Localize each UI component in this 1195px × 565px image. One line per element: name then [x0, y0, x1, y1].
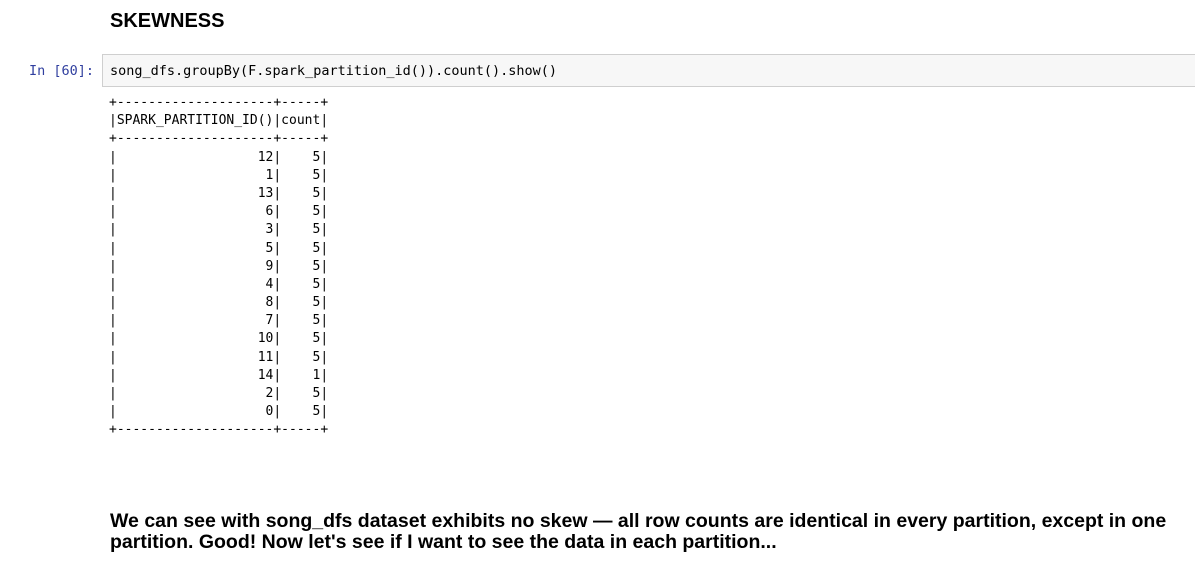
table-border-bottom: +--------------------+-----+ — [109, 422, 329, 438]
table-row: | 5| 5| — [109, 240, 329, 256]
table-border-mid: +--------------------+-----+ — [109, 131, 329, 147]
table-header: |SPARK_PARTITION_ID()|count| — [109, 113, 329, 129]
cell-prompt: In [60]: — [29, 63, 95, 79]
table-row: | 13| 5| — [109, 185, 329, 201]
table-row: | 10| 5| — [109, 331, 329, 347]
table-border-top: +--------------------+-----+ — [109, 95, 329, 110]
table-row: | 7| 5| — [109, 313, 329, 329]
table-row: | 12| 5| — [109, 149, 329, 165]
table-row: | 3| 5| — [109, 222, 329, 238]
table-row: | 11| 5| — [109, 349, 329, 365]
table-row: | 9| 5| — [109, 258, 329, 274]
cell-output: +--------------------+-----+ |SPARK_PARTI… — [109, 94, 328, 440]
conclusion-text: We can see with song_dfs dataset exhibit… — [110, 510, 1167, 553]
table-row: | 4| 5| — [109, 276, 329, 292]
code-text[interactable]: song_dfs.groupBy(F.spark_partition_id())… — [110, 63, 557, 79]
table-row: | 8| 5| — [109, 295, 329, 311]
code-cell-input[interactable]: song_dfs.groupBy(F.spark_partition_id())… — [102, 54, 1195, 87]
table-row: | 6| 5| — [109, 204, 329, 220]
table-row: | 14| 1| — [109, 367, 329, 383]
section-heading: SKEWNESS — [110, 10, 225, 32]
table-row: | 0| 5| — [109, 404, 329, 420]
table-row: | 2| 5| — [109, 386, 329, 401]
table-row: | 1| 5| — [109, 167, 329, 183]
